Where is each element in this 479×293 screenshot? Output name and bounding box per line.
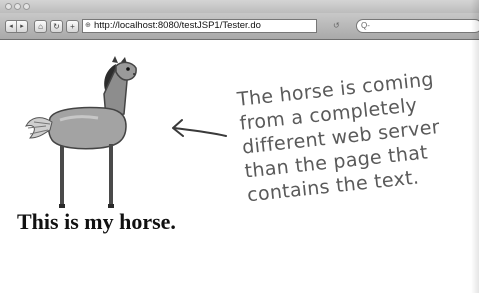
- back-forward-group: ◂ ▸: [5, 20, 28, 33]
- page-content: This is my horse. The horse is coming fr…: [0, 40, 479, 293]
- address-bar[interactable]: ⊕ http://localhost:8080/testJSP1/Tester.…: [82, 19, 317, 33]
- horse-image: [25, 56, 137, 208]
- annotation-arrow: [172, 119, 227, 137]
- search-field[interactable]: Q-: [356, 19, 479, 33]
- handwritten-annotation: The horse is coming from a completely di…: [236, 64, 477, 207]
- title-bar: [0, 0, 479, 13]
- forward-button[interactable]: ▸: [17, 21, 27, 32]
- window-edge-shadow: [471, 0, 479, 293]
- minimize-window-button[interactable]: [14, 3, 21, 10]
- add-bookmark-button[interactable]: +: [66, 20, 79, 33]
- address-text[interactable]: http://localhost:8080/testJSP1/Tester.do: [94, 20, 261, 32]
- back-button[interactable]: ◂: [6, 21, 17, 32]
- close-window-button[interactable]: [5, 3, 12, 10]
- page-favicon-icon: ⊕: [85, 22, 91, 29]
- search-icon: Q-: [361, 21, 370, 30]
- rss-reload-icon[interactable]: ↺: [333, 20, 340, 32]
- browser-window: ◂ ▸ ⌂ ↻ + ⊕ http://localhost:8080/testJS…: [0, 0, 479, 293]
- browser-toolbar: ◂ ▸ ⌂ ↻ + ⊕ http://localhost:8080/testJS…: [0, 13, 479, 40]
- home-button[interactable]: ⌂: [34, 20, 47, 33]
- page-caption: This is my horse.: [17, 209, 176, 234]
- zoom-window-button[interactable]: [23, 3, 30, 10]
- reload-button[interactable]: ↻: [50, 20, 63, 33]
